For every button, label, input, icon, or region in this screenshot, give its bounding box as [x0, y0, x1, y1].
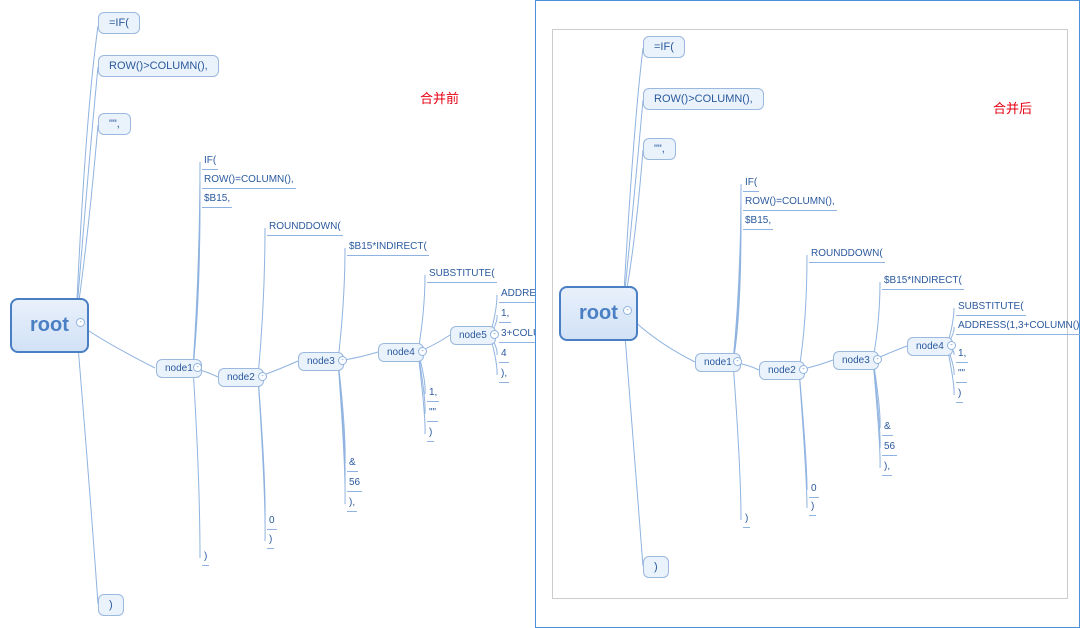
leaf-s1: 1, — [427, 386, 439, 402]
right-node2[interactable]: node2 — [759, 361, 805, 380]
leaf-rdclose: ), — [882, 460, 892, 476]
leaf-a3: 4 — [499, 347, 509, 363]
leaf-a1: 1, — [499, 307, 511, 323]
left-if-box[interactable]: =IF( — [98, 12, 140, 34]
right-rowcol-box[interactable]: ROW()>COLUMN(), — [643, 88, 764, 110]
leaf-rounddown: ROUNDDOWN( — [809, 247, 885, 263]
right-close-box[interactable]: ) — [643, 556, 669, 578]
leaf-b15: $B15, — [202, 192, 232, 208]
leaf-rdclose: ), — [347, 496, 357, 512]
leaf-rclose1: ) — [267, 533, 274, 549]
leaf-rclose2: ) — [202, 550, 209, 566]
leaf-zero: 0 — [267, 514, 277, 530]
left-empty-box[interactable]: "", — [98, 113, 131, 135]
toggle-icon[interactable]: - — [258, 372, 267, 381]
toggle-icon[interactable]: - — [76, 318, 85, 327]
right-title: 合并后 — [993, 98, 1032, 117]
toggle-icon[interactable]: - — [799, 365, 808, 374]
leaf-substitute: SUBSTITUTE( — [956, 300, 1026, 316]
left-title: 合并前 — [420, 88, 459, 107]
right-if-box[interactable]: =IF( — [643, 36, 685, 58]
leaf-s2: "" — [427, 406, 438, 422]
leaf-substitute: SUBSTITUTE( — [427, 267, 497, 283]
toggle-icon[interactable]: - — [193, 363, 202, 372]
left-node3[interactable]: node3 — [298, 352, 344, 371]
leaf-s3: ) — [956, 387, 963, 403]
leaf-rowcol: ROW()=COLUMN(), — [743, 195, 837, 211]
leaf-56: 56 — [882, 440, 897, 456]
left-rowcol-box[interactable]: ROW()>COLUMN(), — [98, 55, 219, 77]
leaf-address-full: ADDRESS(1,3+COLUMN()-ROW(), 4) — [956, 319, 1080, 335]
leaf-s3: ) — [427, 426, 434, 442]
leaf-zero: 0 — [809, 482, 819, 498]
leaf-rclose2: ) — [743, 512, 750, 528]
left-node2[interactable]: node2 — [218, 368, 264, 387]
left-close-box[interactable]: ) — [98, 594, 124, 616]
toggle-icon[interactable]: - — [338, 356, 347, 365]
leaf-amp: & — [347, 456, 358, 472]
toggle-icon[interactable]: - — [947, 341, 956, 350]
right-node4[interactable]: node4 — [907, 337, 953, 356]
leaf-s1: 1, — [956, 347, 968, 363]
left-node4[interactable]: node4 — [378, 343, 424, 362]
leaf-s2: "" — [956, 367, 967, 383]
leaf-if: IF( — [743, 176, 759, 192]
right-panel: 合并后 root - =IF( ROW()>COLUMN(), "", node… — [535, 0, 1080, 628]
right-node3[interactable]: node3 — [833, 351, 879, 370]
right-inner: 合并后 root - =IF( ROW()>COLUMN(), "", node… — [552, 29, 1068, 599]
toggle-icon[interactable]: - — [623, 306, 632, 315]
leaf-rowcol: ROW()=COLUMN(), — [202, 173, 296, 189]
toggle-icon[interactable]: - — [733, 357, 742, 366]
leaf-if: IF( — [202, 154, 218, 170]
leaf-rclose1: ) — [809, 500, 816, 516]
leaf-b15ind: $B15*INDIRECT( — [882, 274, 964, 290]
leaf-rounddown: ROUNDDOWN( — [267, 220, 343, 236]
right-empty-box[interactable]: "", — [643, 138, 676, 160]
leaf-b15: $B15, — [743, 214, 773, 230]
leaf-a4: ), — [499, 367, 509, 383]
left-node5[interactable]: node5 — [450, 326, 496, 345]
toggle-icon[interactable]: - — [873, 355, 882, 364]
leaf-56: 56 — [347, 476, 362, 492]
toggle-icon[interactable]: - — [490, 330, 499, 339]
leaf-b15ind: $B15*INDIRECT( — [347, 240, 429, 256]
toggle-icon[interactable]: - — [418, 347, 427, 356]
leaf-amp: & — [882, 420, 893, 436]
